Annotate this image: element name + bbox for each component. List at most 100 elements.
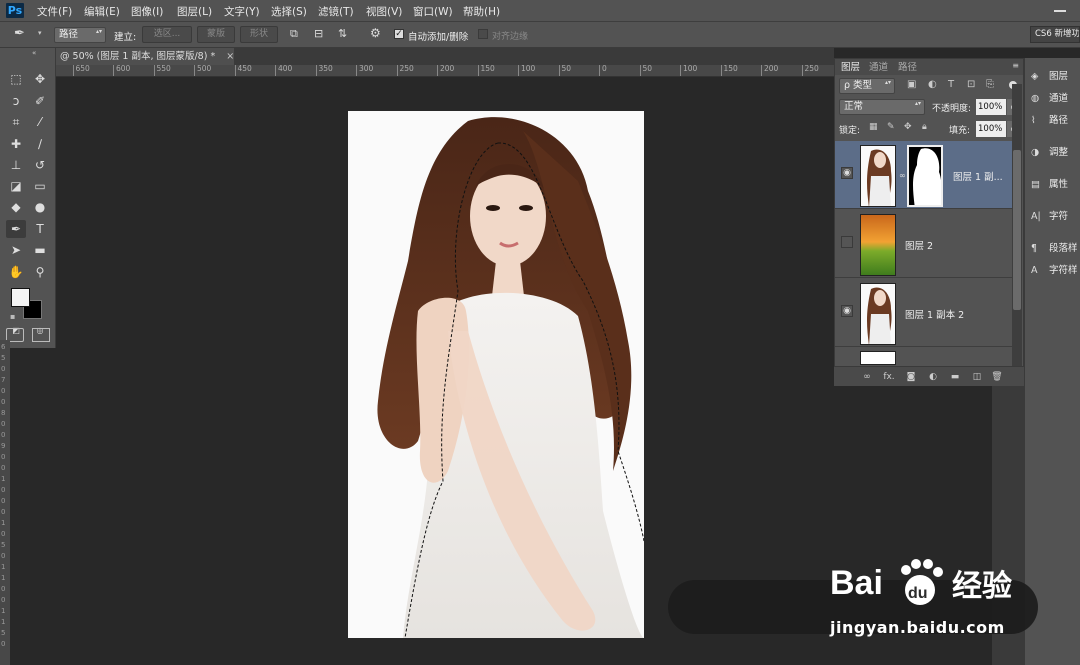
opacity-input[interactable]: 100% [976, 99, 1006, 115]
kind-filter-select[interactable]: ρ 类型 [839, 78, 895, 94]
document-canvas-image[interactable] [348, 111, 644, 638]
eye-icon[interactable]: ◉ [841, 305, 853, 317]
lock-image-icon[interactable]: ✎ [887, 122, 895, 132]
layers-scrollbar-thumb[interactable] [1013, 150, 1021, 310]
close-tab-icon[interactable]: × [226, 51, 234, 62]
ruler-tick-label: 0 [1, 497, 6, 505]
menu-select[interactable]: 选择(S) [271, 4, 307, 19]
lock-transparent-icon[interactable]: ▦ [869, 122, 878, 132]
make-mask-button[interactable]: 蒙版 [197, 26, 235, 43]
fill-input[interactable]: 100% [976, 121, 1006, 137]
tab-paths[interactable]: 路径 [898, 61, 917, 75]
chevron-down-icon[interactable]: ▾ [38, 29, 42, 37]
menu-file[interactable]: 文件(F) [37, 4, 72, 19]
dodge-tool-icon[interactable]: ● [30, 198, 50, 216]
layer-row[interactable]: 图层 2 [835, 210, 1013, 278]
workspace-switcher[interactable]: CS6 新增功 [1030, 26, 1080, 43]
pen-tool-icon[interactable]: ✒ [14, 26, 25, 41]
foreground-color-swatch[interactable] [11, 288, 30, 307]
brush-tool-icon[interactable]: ∕ [30, 135, 50, 153]
layer-row[interactable]: ◉ 图层 1 副本 2 [835, 279, 1013, 347]
adjustment-icon[interactable]: ◐ [926, 370, 940, 384]
new-layer-icon[interactable]: ◫ [970, 370, 984, 384]
menu-window[interactable]: 窗口(W) [413, 4, 453, 19]
ruler-tick-label: 0 [1, 640, 6, 648]
visibility-toggle[interactable] [841, 236, 853, 248]
path-operations-icon[interactable]: ⧉ [290, 27, 298, 41]
make-selection-button[interactable]: 选区... [142, 26, 192, 43]
menu-help[interactable]: 帮助(H) [463, 4, 500, 19]
link-icon[interactable]: ∞ [899, 171, 906, 180]
trash-icon[interactable]: 🗑︎ [990, 370, 1004, 384]
menu-layer[interactable]: 图层(L) [177, 4, 212, 19]
minimize-icon[interactable] [1054, 10, 1066, 12]
menu-edit[interactable]: 编辑(E) [84, 4, 120, 19]
gradient-tool-icon[interactable]: ▭ [30, 177, 50, 195]
eye-icon[interactable]: ◉ [841, 167, 853, 179]
tool-mode-select[interactable]: 路径 [54, 27, 106, 43]
menu-type[interactable]: 文字(Y) [224, 4, 260, 19]
layer-thumb-art [867, 287, 892, 344]
blur-tool-icon[interactable]: ◆ [6, 198, 26, 216]
ruler-tick-label: 1 [1, 475, 6, 483]
layer-row-selected[interactable]: ◉ ∞ 图层 1 副... [835, 141, 1013, 209]
panel-menu-icon[interactable]: ≡ [1012, 61, 1019, 70]
type-tool-icon[interactable]: T [30, 220, 50, 238]
panel-label: 通道 [1049, 93, 1069, 104]
link-icon[interactable]: ∞ [860, 370, 874, 384]
document-tab[interactable]: @ 50% (图层 1 副本, 图层蒙版/8) * × [56, 48, 234, 65]
panel-button-properties[interactable]: ▤ 属性 [1031, 174, 1068, 196]
panel-button-character-styles[interactable]: A 字符样 [1031, 260, 1078, 282]
panel-button-paragraph-styles[interactable]: ¶ 段落样 [1031, 238, 1078, 260]
shape-filter-icon[interactable]: ⊡ [967, 79, 975, 90]
rectangle-tool-icon[interactable]: ▬ [30, 241, 50, 259]
screen-mode-icon[interactable] [32, 328, 50, 342]
image-filter-icon[interactable]: ▣ [907, 79, 916, 90]
panel-button-adjustments[interactable]: ◑ 调整 [1031, 142, 1068, 164]
collapse-toolbox-icon[interactable]: « [32, 49, 36, 57]
ruler-tick-label: 1 [1, 563, 6, 571]
menu-image[interactable]: 图像(I) [131, 4, 163, 19]
lock-position-icon[interactable]: ✥ [904, 122, 912, 132]
hand-tool-icon[interactable]: ✋ [6, 263, 26, 281]
panel-button-channels[interactable]: ◍ 通道 [1031, 88, 1068, 110]
adjustment-filter-icon[interactable]: ◐ [928, 79, 937, 90]
align-edges-checkbox[interactable] [478, 29, 488, 39]
marquee-tool-icon[interactable]: ⬚ [6, 70, 26, 88]
path-alignment-icon[interactable]: ⊟ [314, 27, 323, 40]
pen-tool-icon[interactable]: ✒ [6, 220, 26, 238]
layer-mask-thumbnail[interactable] [907, 145, 943, 207]
lock-all-icon[interactable]: 🔒︎ [922, 122, 927, 132]
blend-mode-select[interactable]: 正常 [839, 99, 925, 115]
folder-icon[interactable]: ▬ [948, 370, 962, 384]
tab-layers[interactable]: 图层 [841, 61, 860, 75]
panel-button-character[interactable]: A| 字符 [1031, 206, 1068, 228]
panel-button-paths[interactable]: ⌇ 路径 [1031, 110, 1068, 132]
panel-button-layers[interactable]: ◈ 图层 [1031, 66, 1068, 88]
zoom-tool-icon[interactable]: ⚲ [30, 263, 50, 281]
swap-colors-icon[interactable]: ▪ [10, 312, 15, 321]
menu-view[interactable]: 视图(V) [366, 4, 402, 19]
clone-stamp-icon[interactable]: ⊥ [6, 156, 26, 174]
tab-channels[interactable]: 通道 [869, 61, 888, 75]
quick-select-tool-icon[interactable]: ✐ [30, 92, 50, 110]
make-shape-button[interactable]: 形状 [240, 26, 278, 43]
layer-name: 图层 1 副... [953, 172, 1003, 183]
mask-icon[interactable]: ◙ [904, 370, 918, 384]
layer-mask-art [913, 148, 941, 205]
gear-icon[interactable]: ⚙ [370, 26, 381, 40]
auto-add-delete-checkbox[interactable]: ✓ [394, 29, 404, 39]
move-tool-icon[interactable]: ✥ [30, 70, 50, 88]
menu-filter[interactable]: 滤镜(T) [318, 4, 354, 19]
type-filter-icon[interactable]: T [948, 79, 954, 90]
path-arrangement-icon[interactable]: ⇅ [338, 27, 347, 40]
smart-object-filter-icon[interactable]: ⎘ [986, 79, 994, 90]
eyedropper-tool-icon[interactable]: ⁄ [30, 113, 50, 131]
fx-icon[interactable]: fx. [882, 370, 896, 384]
path-select-tool-icon[interactable]: ➤ [6, 241, 26, 259]
crop-tool-icon[interactable]: ⌗ [6, 113, 26, 131]
healing-brush-icon[interactable]: ✚ [6, 135, 26, 153]
lasso-tool-icon[interactable]: ↄ [6, 92, 26, 110]
history-brush-icon[interactable]: ↺ [30, 156, 50, 174]
eraser-tool-icon[interactable]: ◪ [6, 177, 26, 195]
